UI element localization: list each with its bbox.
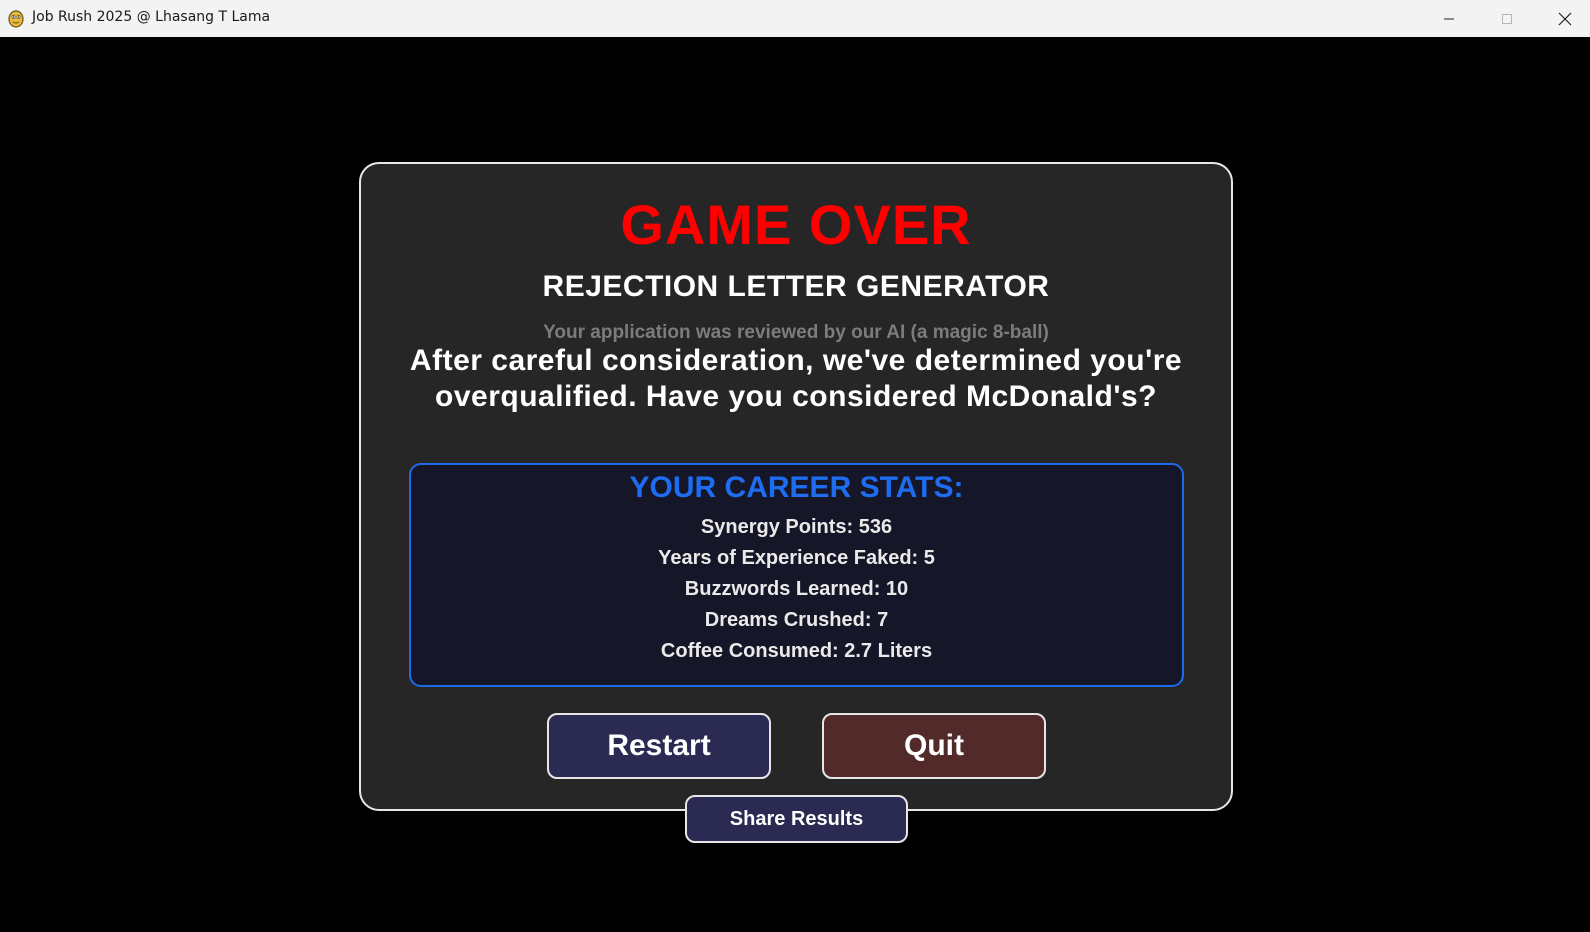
pygame-snake-icon (8, 10, 24, 28)
share-results-button[interactable]: Share Results (685, 795, 908, 843)
stat-coffee-consumed: Coffee Consumed: 2.7 Liters (660, 640, 933, 662)
restart-button[interactable]: Restart (547, 713, 771, 779)
maximize-button[interactable] (1478, 0, 1536, 37)
game-over-heading: GAME OVER (620, 193, 972, 256)
rejection-letter-title: REJECTION LETTER GENERATOR (542, 270, 1050, 303)
close-icon (1558, 12, 1572, 25)
reviewed-note: Your application was reviewed by our AI … (543, 322, 1049, 343)
minimize-button[interactable] (1420, 0, 1478, 37)
career-stats-title: YOUR CAREER STATS: (629, 471, 964, 504)
stat-dreams-crushed: Dreams Crushed: 7 (704, 609, 889, 631)
window-title: Job Rush 2025 @ Lhasang T Lama (32, 9, 271, 25)
stat-buzzwords-learned: Buzzwords Learned: 10 (684, 578, 909, 600)
stat-synergy-points: Synergy Points: 536 (700, 516, 893, 538)
close-button[interactable] (1536, 0, 1590, 37)
rejection-message: After careful consideration, we've deter… (409, 344, 1183, 413)
window-titlebar: Job Rush 2025 @ Lhasang T Lama (0, 0, 1590, 37)
minimize-icon (1444, 18, 1454, 19)
maximize-icon (1502, 13, 1512, 24)
quit-button[interactable]: Quit (822, 713, 1046, 779)
stat-years-faked: Years of Experience Faked: 5 (658, 547, 935, 569)
